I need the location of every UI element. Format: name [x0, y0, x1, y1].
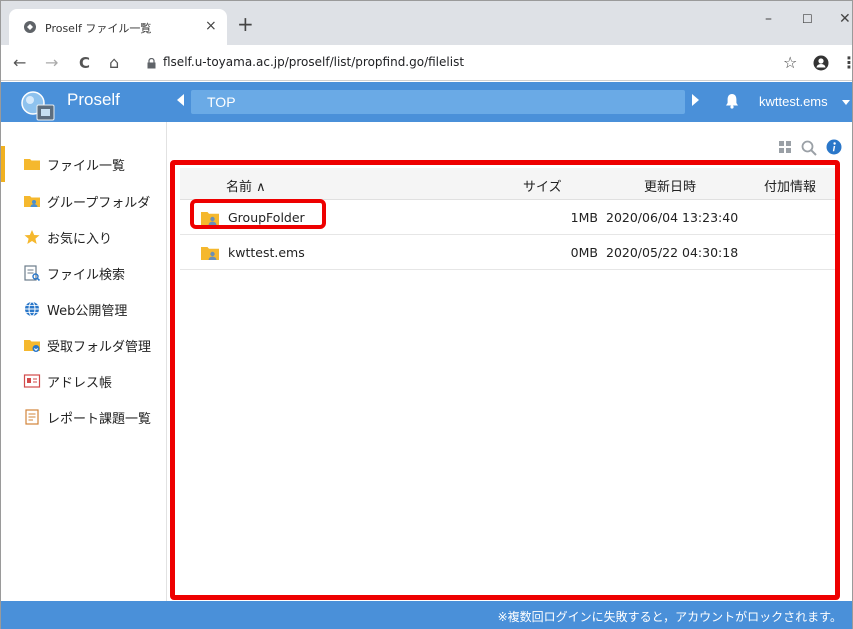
profile-avatar-icon[interactable]: [813, 55, 829, 71]
footer-notice: ※複数回ログインに失敗すると，アカウントがロックされます。: [497, 610, 842, 624]
lock-icon[interactable]: [147, 58, 156, 69]
sidebar-item-label: アドレス帳: [47, 376, 113, 391]
bell-icon[interactable]: [725, 93, 739, 109]
breadcrumb-top[interactable]: TOP: [207, 94, 236, 110]
new-tab-button[interactable]: +: [237, 14, 254, 34]
tab-title: Proself ファイル一覧: [45, 22, 152, 35]
maximize-button[interactable]: ☐: [802, 11, 813, 27]
receive-folder-icon: [24, 340, 40, 352]
sidebar-item-address-book[interactable]: アドレス帳: [1, 363, 167, 399]
globe-favicon-icon: [24, 21, 36, 33]
back-button[interactable]: ←: [13, 54, 26, 72]
breadcrumb: TOP: [191, 90, 685, 114]
sidebar-item-label: お気に入り: [47, 232, 113, 247]
sidebar-item-label: レポート課題一覧: [47, 412, 152, 427]
user-menu[interactable]: kwttest.ems: [759, 94, 828, 109]
forward-button[interactable]: →: [45, 54, 58, 72]
breadcrumb-back-icon[interactable]: [177, 94, 184, 106]
sidebar: ファイル一覧 グループフォルダ お気に入り ファイル検索 Web公開管理 受取フ…: [1, 122, 167, 601]
reload-button[interactable]: C: [79, 54, 90, 72]
search-icon[interactable]: [801, 140, 817, 156]
sidebar-item-label: ファイル一覧: [47, 159, 126, 174]
breadcrumb-forward-icon[interactable]: [692, 94, 699, 106]
file-list-panel: 名前 ∧ サイズ 更新日時 付加情報 GroupFolder 1MB 2020/…: [168, 122, 852, 601]
sidebar-item-label: 受取フォルダ管理: [47, 340, 152, 355]
sidebar-item-web-publish[interactable]: Web公開管理: [1, 291, 167, 327]
browser-menu-icon[interactable]: ⋮: [841, 54, 853, 72]
tab-close-icon[interactable]: ×: [205, 18, 217, 34]
url-field[interactable]: flself.u-toyama.ac.jp/proself/list/propf…: [163, 55, 464, 69]
grid-view-icon[interactable]: [778, 140, 792, 154]
group-folder-icon: [24, 196, 40, 207]
file-search-icon: [24, 265, 41, 281]
close-window-button[interactable]: ✕: [839, 11, 851, 27]
sidebar-item-label: ファイル検索: [47, 268, 126, 283]
address-book-icon: [23, 374, 41, 388]
sidebar-item-file-search[interactable]: ファイル検索: [1, 255, 167, 291]
sidebar-item-receive-folder[interactable]: 受取フォルダ管理: [1, 327, 167, 363]
app-header: Proself TOP kwttest.ems: [1, 82, 852, 122]
folder-icon: [24, 159, 40, 170]
sidebar-item-report-tasks[interactable]: レポート課題一覧: [1, 399, 167, 435]
highlight-box-file-list: [170, 160, 840, 600]
info-icon[interactable]: [826, 139, 842, 155]
sidebar-item-label: Web公開管理: [47, 304, 128, 319]
tab-strip: Proself ファイル一覧 × + – ☐ ✕: [1, 1, 852, 45]
sidebar-item-file-list[interactable]: ファイル一覧: [1, 146, 167, 182]
star-icon: [24, 230, 40, 244]
address-bar-row: ← → C ⌂ flself.u-toyama.ac.jp/proself/li…: [1, 45, 853, 81]
footer-bar: ※複数回ログインに失敗すると，アカウントがロックされます。: [1, 601, 852, 629]
report-icon: [25, 409, 39, 425]
sidebar-item-label: グループフォルダ: [47, 196, 151, 211]
chevron-down-icon[interactable]: [842, 100, 850, 105]
browser-window: Proself ファイル一覧 × + – ☐ ✕ ← → C ⌂ flself.…: [0, 0, 853, 629]
sidebar-item-group-folder[interactable]: グループフォルダ: [1, 183, 167, 219]
home-button[interactable]: ⌂: [109, 54, 119, 72]
minimize-button[interactable]: –: [765, 11, 772, 27]
proself-logo-icon[interactable]: [17, 90, 59, 122]
globe-icon: [25, 301, 39, 317]
bookmark-star-icon[interactable]: ☆: [783, 54, 797, 72]
sidebar-item-favorites[interactable]: お気に入り: [1, 219, 167, 255]
app-brand[interactable]: Proself: [67, 90, 120, 110]
browser-tab[interactable]: Proself ファイル一覧 ×: [9, 9, 227, 45]
